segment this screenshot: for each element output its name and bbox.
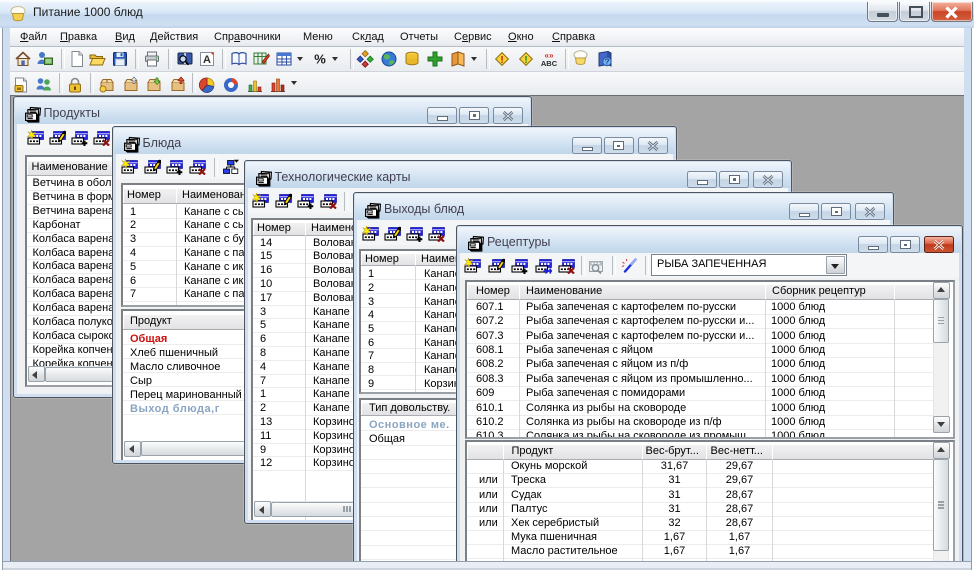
svg-text:?: ? bbox=[604, 57, 609, 67]
svg-text:ABC: ABC bbox=[541, 59, 558, 68]
svg-text:!: ! bbox=[524, 55, 527, 66]
svg-text:%: % bbox=[314, 52, 326, 67]
svg-text:А: А bbox=[203, 54, 211, 66]
svg-text:!: ! bbox=[500, 55, 503, 66]
